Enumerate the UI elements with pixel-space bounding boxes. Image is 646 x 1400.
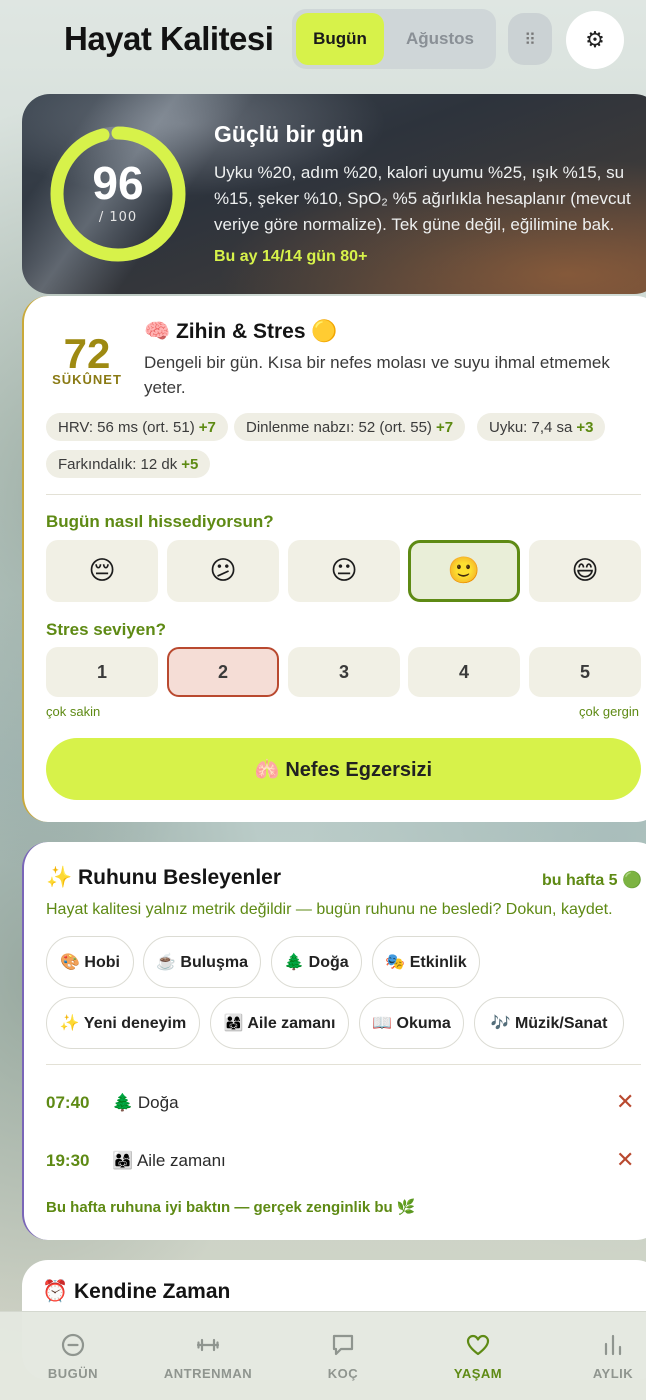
- metric-chip-resting-hr: Dinlenme nabzı: 52 (ort. 55) +7: [234, 413, 466, 441]
- grid-menu-button[interactable]: ⠿: [508, 13, 552, 65]
- segment-today[interactable]: Bugün: [296, 13, 384, 65]
- mood-option-sad[interactable]: 😔: [46, 540, 158, 602]
- bar-chart-icon: [604, 1334, 622, 1356]
- chat-bubble-icon: [332, 1334, 354, 1356]
- divider: [46, 1064, 641, 1065]
- quality-score-max: / 100: [98, 210, 138, 225]
- log-entry-time: 19:30: [46, 1151, 90, 1170]
- delete-log-icon[interactable]: ✕: [616, 1148, 634, 1173]
- heart-icon: [466, 1334, 490, 1356]
- tag-hobby[interactable]: 🎨 Hobi: [46, 936, 134, 988]
- quality-score-value: 96: [92, 157, 144, 209]
- mood-option-confused[interactable]: 😕: [167, 540, 279, 602]
- quality-score-hero-card: 96 / 100 Güçlü bir gün Uyku %20, adım %2…: [22, 94, 646, 294]
- stress-question: Stres seviyen?: [46, 620, 167, 639]
- stress-level-5[interactable]: 5: [529, 647, 641, 697]
- chip-delta: +7: [198, 418, 216, 436]
- stress-level-4[interactable]: 4: [408, 647, 520, 697]
- delete-log-icon[interactable]: ✕: [616, 1090, 634, 1115]
- chip-text: Dinlenme nabzı: 52 (ort. 55): [246, 418, 432, 436]
- chip-text: Uyku: 7,4 sa: [489, 418, 573, 436]
- tag-nature[interactable]: 🌲 Doğa: [271, 936, 362, 988]
- weekly-count-badge: bu hafta 5 🟢: [542, 872, 642, 889]
- tag-family-time[interactable]: 👨‍👩‍👧 Aile zamanı: [210, 997, 349, 1049]
- tab-label: BUGÜN: [47, 1366, 99, 1381]
- breathing-exercise-button[interactable]: 🫁 Nefes Egzersizi: [46, 738, 641, 800]
- mood-question: Bugün nasıl hissediyorsun?: [46, 512, 274, 531]
- stress-level-3[interactable]: 3: [288, 647, 400, 697]
- dumbbell-icon: [196, 1338, 220, 1352]
- tab-label: ANTRENMAN: [163, 1366, 253, 1381]
- hero-description: Uyku %20, adım %20, kalori uyumu %25, ış…: [214, 163, 631, 234]
- stress-scale-high: çok gergin: [579, 704, 639, 719]
- soul-card-title: ✨ Ruhunu Besleyenler: [46, 866, 282, 889]
- stress-level-2-selected[interactable]: 2: [167, 647, 279, 697]
- chip-delta: +3: [576, 418, 594, 436]
- soul-card-description: Hayat kalitesi yalnız metrik değildir — …: [46, 901, 613, 918]
- tab-monthly[interactable]: AYLIK: [553, 1312, 646, 1400]
- segment-month[interactable]: Ağustos: [388, 13, 492, 65]
- log-entry-activity: 👨‍👩‍👧 Aile zamanı: [112, 1151, 226, 1170]
- grid-dots-icon: ⠿: [524, 29, 536, 49]
- stress-level-1[interactable]: 1: [46, 647, 158, 697]
- metric-chip-mindfulness: Farkındalık: 12 dk +5: [46, 450, 211, 478]
- calm-label: SÜKÛNET: [52, 372, 122, 387]
- tag-music-art[interactable]: 🎶 Müzik/Sanat: [474, 997, 624, 1049]
- tab-today[interactable]: BUGÜN: [13, 1312, 133, 1400]
- mood-option-very-happy[interactable]: 😄: [529, 540, 641, 602]
- mood-option-neutral[interactable]: 😐: [288, 540, 400, 602]
- mind-stress-description: Dengeli bir gün. Kısa bir nefes molası v…: [144, 353, 610, 397]
- soul-card-footer: Bu hafta ruhuna iyi baktın — gerçek zeng…: [46, 1199, 416, 1216]
- tab-life-active[interactable]: YAŞAM: [418, 1312, 538, 1400]
- metric-chip-hrv: HRV: 56 ms (ort. 51) +7: [46, 413, 228, 441]
- tab-label: AYLIK: [592, 1366, 634, 1381]
- settings-button[interactable]: ⚙: [566, 11, 624, 69]
- mind-stress-title: 🧠 Zihin & Stres 🟡: [144, 320, 338, 343]
- metric-chip-sleep: Uyku: 7,4 sa +3: [477, 413, 606, 441]
- chip-delta: +5: [181, 455, 199, 473]
- tag-meetup[interactable]: ☕ Buluşma: [143, 936, 261, 988]
- mood-option-happy-selected[interactable]: 🙂: [408, 540, 520, 602]
- tab-label: KOÇ: [327, 1366, 359, 1381]
- tab-label: YAŞAM: [453, 1366, 503, 1381]
- tag-reading[interactable]: 📖 Okuma: [359, 997, 464, 1049]
- calm-score: 72: [63, 330, 111, 377]
- period-segmented-control: Bugün Ağustos: [292, 9, 496, 69]
- hero-title: Güçlü bir gün: [214, 121, 364, 147]
- stress-scale-low: çok sakin: [46, 704, 101, 719]
- tag-new-experience[interactable]: ✨ Yeni deneyim: [46, 997, 200, 1049]
- chip-text: Farkındalık: 12 dk: [58, 455, 178, 473]
- chip-text: HRV: 56 ms (ort. 51): [58, 418, 195, 436]
- minus-circle-icon: [61, 1333, 85, 1357]
- tab-coach[interactable]: KOÇ: [283, 1312, 403, 1400]
- bottom-tab-bar: BUGÜN ANTRENMAN KOÇ YAŞAM AYLIK: [0, 1311, 646, 1400]
- log-entry-activity: 🌲 Doğa: [112, 1093, 179, 1112]
- month-summary: Bu ay 14/14 gün 80+: [214, 248, 368, 265]
- page-title: Hayat Kalitesi: [64, 20, 274, 57]
- log-entry-time: 07:40: [46, 1093, 90, 1112]
- top-header: Hayat Kalitesi Bugün Ağustos ⠿ ⚙: [0, 0, 646, 80]
- self-time-title: ⏰ Kendine Zaman: [42, 1280, 231, 1303]
- tag-event[interactable]: 🎭 Etkinlik: [372, 936, 480, 988]
- divider: [46, 494, 641, 495]
- gear-icon: ⚙: [585, 27, 605, 53]
- chip-delta: +7: [435, 418, 454, 436]
- tab-training[interactable]: ANTRENMAN: [148, 1312, 268, 1400]
